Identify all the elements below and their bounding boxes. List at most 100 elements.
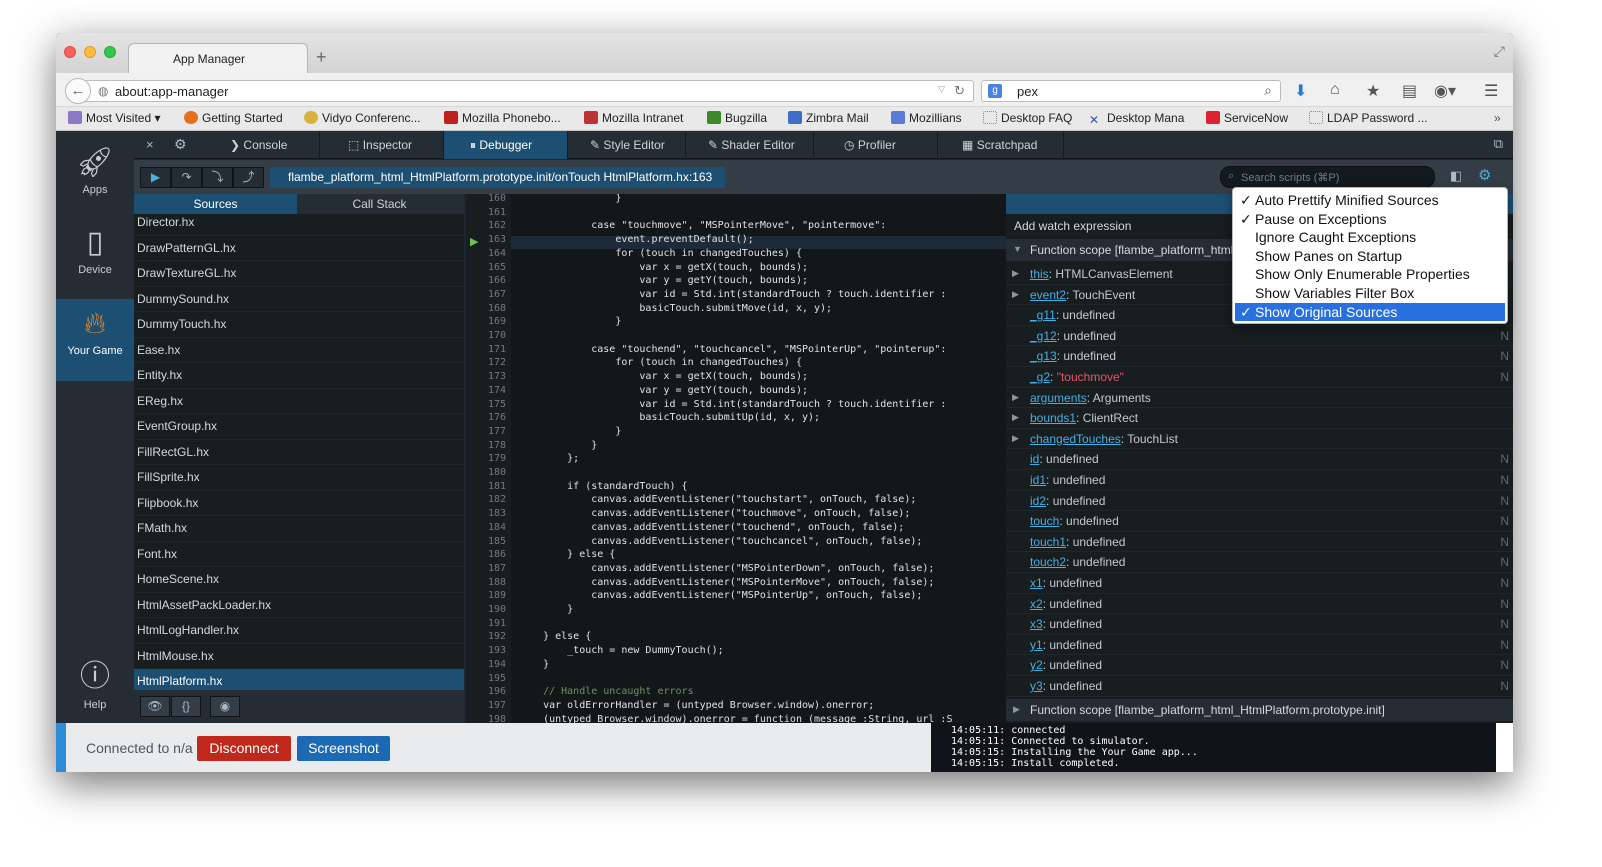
source-item[interactable]: HomeScene.hx (134, 567, 464, 593)
tab-call-stack[interactable]: Call Stack (298, 194, 461, 214)
sidebar-item-help[interactable]: ⓘ Help (56, 651, 134, 723)
step-in-button[interactable]: ⤵ (202, 167, 233, 188)
toggle-breakpoints-button[interactable]: ◉ (210, 696, 240, 717)
history-dropdown-icon[interactable]: ▽ (938, 84, 945, 95)
source-item[interactable]: DummySound.hx (134, 287, 464, 312)
bookmark-item[interactable]: Getting Started (184, 111, 283, 125)
tab-shader-editor[interactable]: ✎ Shader Editor (686, 131, 814, 159)
source-item[interactable]: HtmlLogHandler.hx (134, 618, 464, 644)
bookmarks-list-icon[interactable]: ▤ (1402, 81, 1417, 101)
bookmark-star-icon[interactable]: ★ (1366, 81, 1380, 101)
variable-row[interactable]: ▶ changedTouches: TouchList (1006, 429, 1513, 450)
variable-row[interactable]: _g2: "touchmove" N (1006, 367, 1513, 388)
search-icon[interactable]: ⌕ (1264, 82, 1272, 99)
bookmark-item[interactable]: LDAP Password ... (1309, 111, 1428, 125)
bookmark-item[interactable]: Desktop FAQ (983, 111, 1072, 125)
bookmark-item[interactable]: ServiceNow (1206, 111, 1288, 125)
source-item[interactable]: FillRectGL.hx (134, 440, 464, 465)
menu-icon[interactable]: ☰ (1484, 81, 1498, 101)
source-item[interactable]: HtmlAssetPackLoader.hx (134, 593, 464, 618)
tab-profiler[interactable]: ◷ Profiler (814, 131, 938, 159)
menu-item[interactable]: Show Panes on Startup (1235, 247, 1505, 266)
stack-breadcrumb[interactable]: flambe_platform_html_HtmlPlatform.protot… (270, 167, 725, 188)
source-item[interactable]: FillSprite.hx (134, 465, 464, 491)
source-item[interactable]: Ease.hx (134, 338, 464, 363)
new-tab-icon[interactable]: + (316, 47, 327, 68)
search-scripts-input[interactable]: ⌕ Search scripts (⌘P) (1220, 166, 1435, 188)
variable-row[interactable]: x3: undefined N (1006, 614, 1513, 635)
tab-inspector[interactable]: ⬚ Inspector (320, 131, 444, 159)
menu-item[interactable]: ✓ Show Original Sources (1235, 302, 1505, 322)
code-editor[interactable]: ▶ 160 } 161 162 case "touchmove", "MSPoint… (466, 194, 1006, 723)
expand-arrow-icon[interactable]: ▶ (1012, 268, 1019, 279)
log-scrollbar[interactable] (1496, 723, 1513, 772)
bookmark-item[interactable]: Mozilla Intranet (584, 111, 683, 125)
source-item[interactable]: Font.hx (134, 542, 464, 567)
expand-arrow-icon[interactable]: ▶ (1012, 289, 1019, 300)
disconnect-button[interactable]: Disconnect (197, 736, 291, 761)
source-item[interactable]: HtmlMouse.hx (134, 644, 464, 669)
resume-button[interactable]: ▶ (140, 167, 171, 188)
settings-gear-icon[interactable]: ⚙ (174, 136, 187, 153)
search-bar[interactable]: g pex ⌕ (981, 80, 1281, 102)
step-out-button[interactable]: ⤴ (233, 167, 264, 188)
tab-console[interactable]: ❯ Console (200, 131, 320, 159)
variable-row[interactable]: id: undefined N (1006, 449, 1513, 470)
menu-item[interactable]: ✓ Pause on Exceptions (1235, 210, 1505, 229)
sidebar-item-device[interactable]: ▯ Device (56, 225, 134, 297)
pretty-print-button[interactable]: {} (171, 696, 201, 717)
menu-item[interactable]: Ignore Caught Exceptions (1235, 228, 1505, 247)
variable-row[interactable]: y3: undefined N (1006, 676, 1513, 697)
source-item[interactable]: Flipbook.hx (134, 491, 464, 516)
bookmark-item[interactable]: ✕ Desktop Mana (1089, 111, 1184, 127)
variable-row[interactable]: y1: undefined N (1006, 635, 1513, 656)
fullscreen-icon[interactable]: ⤢ (1494, 43, 1505, 60)
scope-header[interactable]: ▶ Function scope [flambe_platform_html_H… (1006, 699, 1513, 721)
tab-scratchpad[interactable]: ▦ Scratchpad (938, 131, 1064, 159)
addon-icon[interactable]: ◉▾ (1434, 81, 1456, 101)
variable-row[interactable]: touch: undefined N (1006, 511, 1513, 532)
bookmark-item[interactable]: Vidyo Conferenc... (304, 111, 421, 125)
step-over-button[interactable]: ↷ (171, 167, 202, 188)
minimize-window-button[interactable] (84, 46, 96, 58)
source-item[interactable]: Entity.hx (134, 363, 464, 389)
tab-style-editor[interactable]: ✎ Style Editor (568, 131, 686, 159)
variable-row[interactable]: x2: undefined N (1006, 594, 1513, 615)
debugger-options-gear-icon[interactable]: ⚙ (1478, 166, 1491, 184)
sidebar-item-apps[interactable]: 🚀︎ Apps (56, 145, 134, 217)
variable-row[interactable]: _g13: undefined N (1006, 346, 1513, 367)
browser-tab[interactable]: App Manager (128, 43, 308, 74)
expand-arrow-icon[interactable]: ▶ (1012, 392, 1019, 403)
menu-item[interactable]: Show Only Enumerable Properties (1235, 265, 1505, 284)
sidebar-item-your-game[interactable]: 🔥︎ Your Game (56, 299, 134, 381)
variable-row[interactable]: id1: undefined N (1006, 470, 1513, 491)
blackbox-eye-button[interactable]: 👁︎ (140, 696, 170, 717)
variable-row[interactable]: touch1: undefined N (1006, 532, 1513, 553)
tab-debugger[interactable]: ⏸ Debugger (444, 131, 568, 159)
source-item[interactable]: FMath.hx (134, 516, 464, 542)
source-item[interactable]: DummyTouch.hx (134, 312, 464, 338)
google-search-engine-icon[interactable]: g (988, 84, 1002, 98)
variable-row[interactable]: x1: undefined N (1006, 573, 1513, 594)
variable-row[interactable]: id2: undefined N (1006, 491, 1513, 512)
bookmark-item[interactable]: Zimbra Mail (788, 111, 869, 125)
menu-item[interactable]: ✓ Auto Prettify Minified Sources (1235, 191, 1505, 210)
expand-arrow-icon[interactable]: ▶ (1012, 433, 1019, 444)
back-button[interactable]: ← (65, 78, 91, 104)
expand-arrow-icon[interactable]: ▶ (1012, 412, 1019, 423)
close-window-button[interactable] (64, 46, 76, 58)
bookmark-item[interactable]: Mozillians (891, 111, 962, 125)
variable-row[interactable]: _g12: undefined N (1006, 326, 1513, 347)
reload-icon[interactable]: ↻ (954, 83, 965, 99)
home-icon[interactable]: ⌂ (1330, 81, 1340, 99)
variable-row[interactable]: touch2: undefined N (1006, 552, 1513, 573)
source-item[interactable]: DrawPatternGL.hx (134, 236, 464, 261)
bookmark-item[interactable]: Mozilla Phonebo... (444, 111, 561, 125)
url-bar[interactable]: ◍ about:app-manager ▽ ↻ (84, 80, 974, 102)
downloads-icon[interactable]: ⬇ (1294, 81, 1307, 101)
close-devtools-icon[interactable]: × (146, 137, 154, 152)
zoom-window-button[interactable] (104, 46, 116, 58)
tab-sources[interactable]: Sources (134, 194, 297, 214)
variable-row[interactable]: ▶ arguments: Arguments (1006, 388, 1513, 409)
add-watch-expression[interactable]: Add watch expression (1014, 219, 1131, 233)
